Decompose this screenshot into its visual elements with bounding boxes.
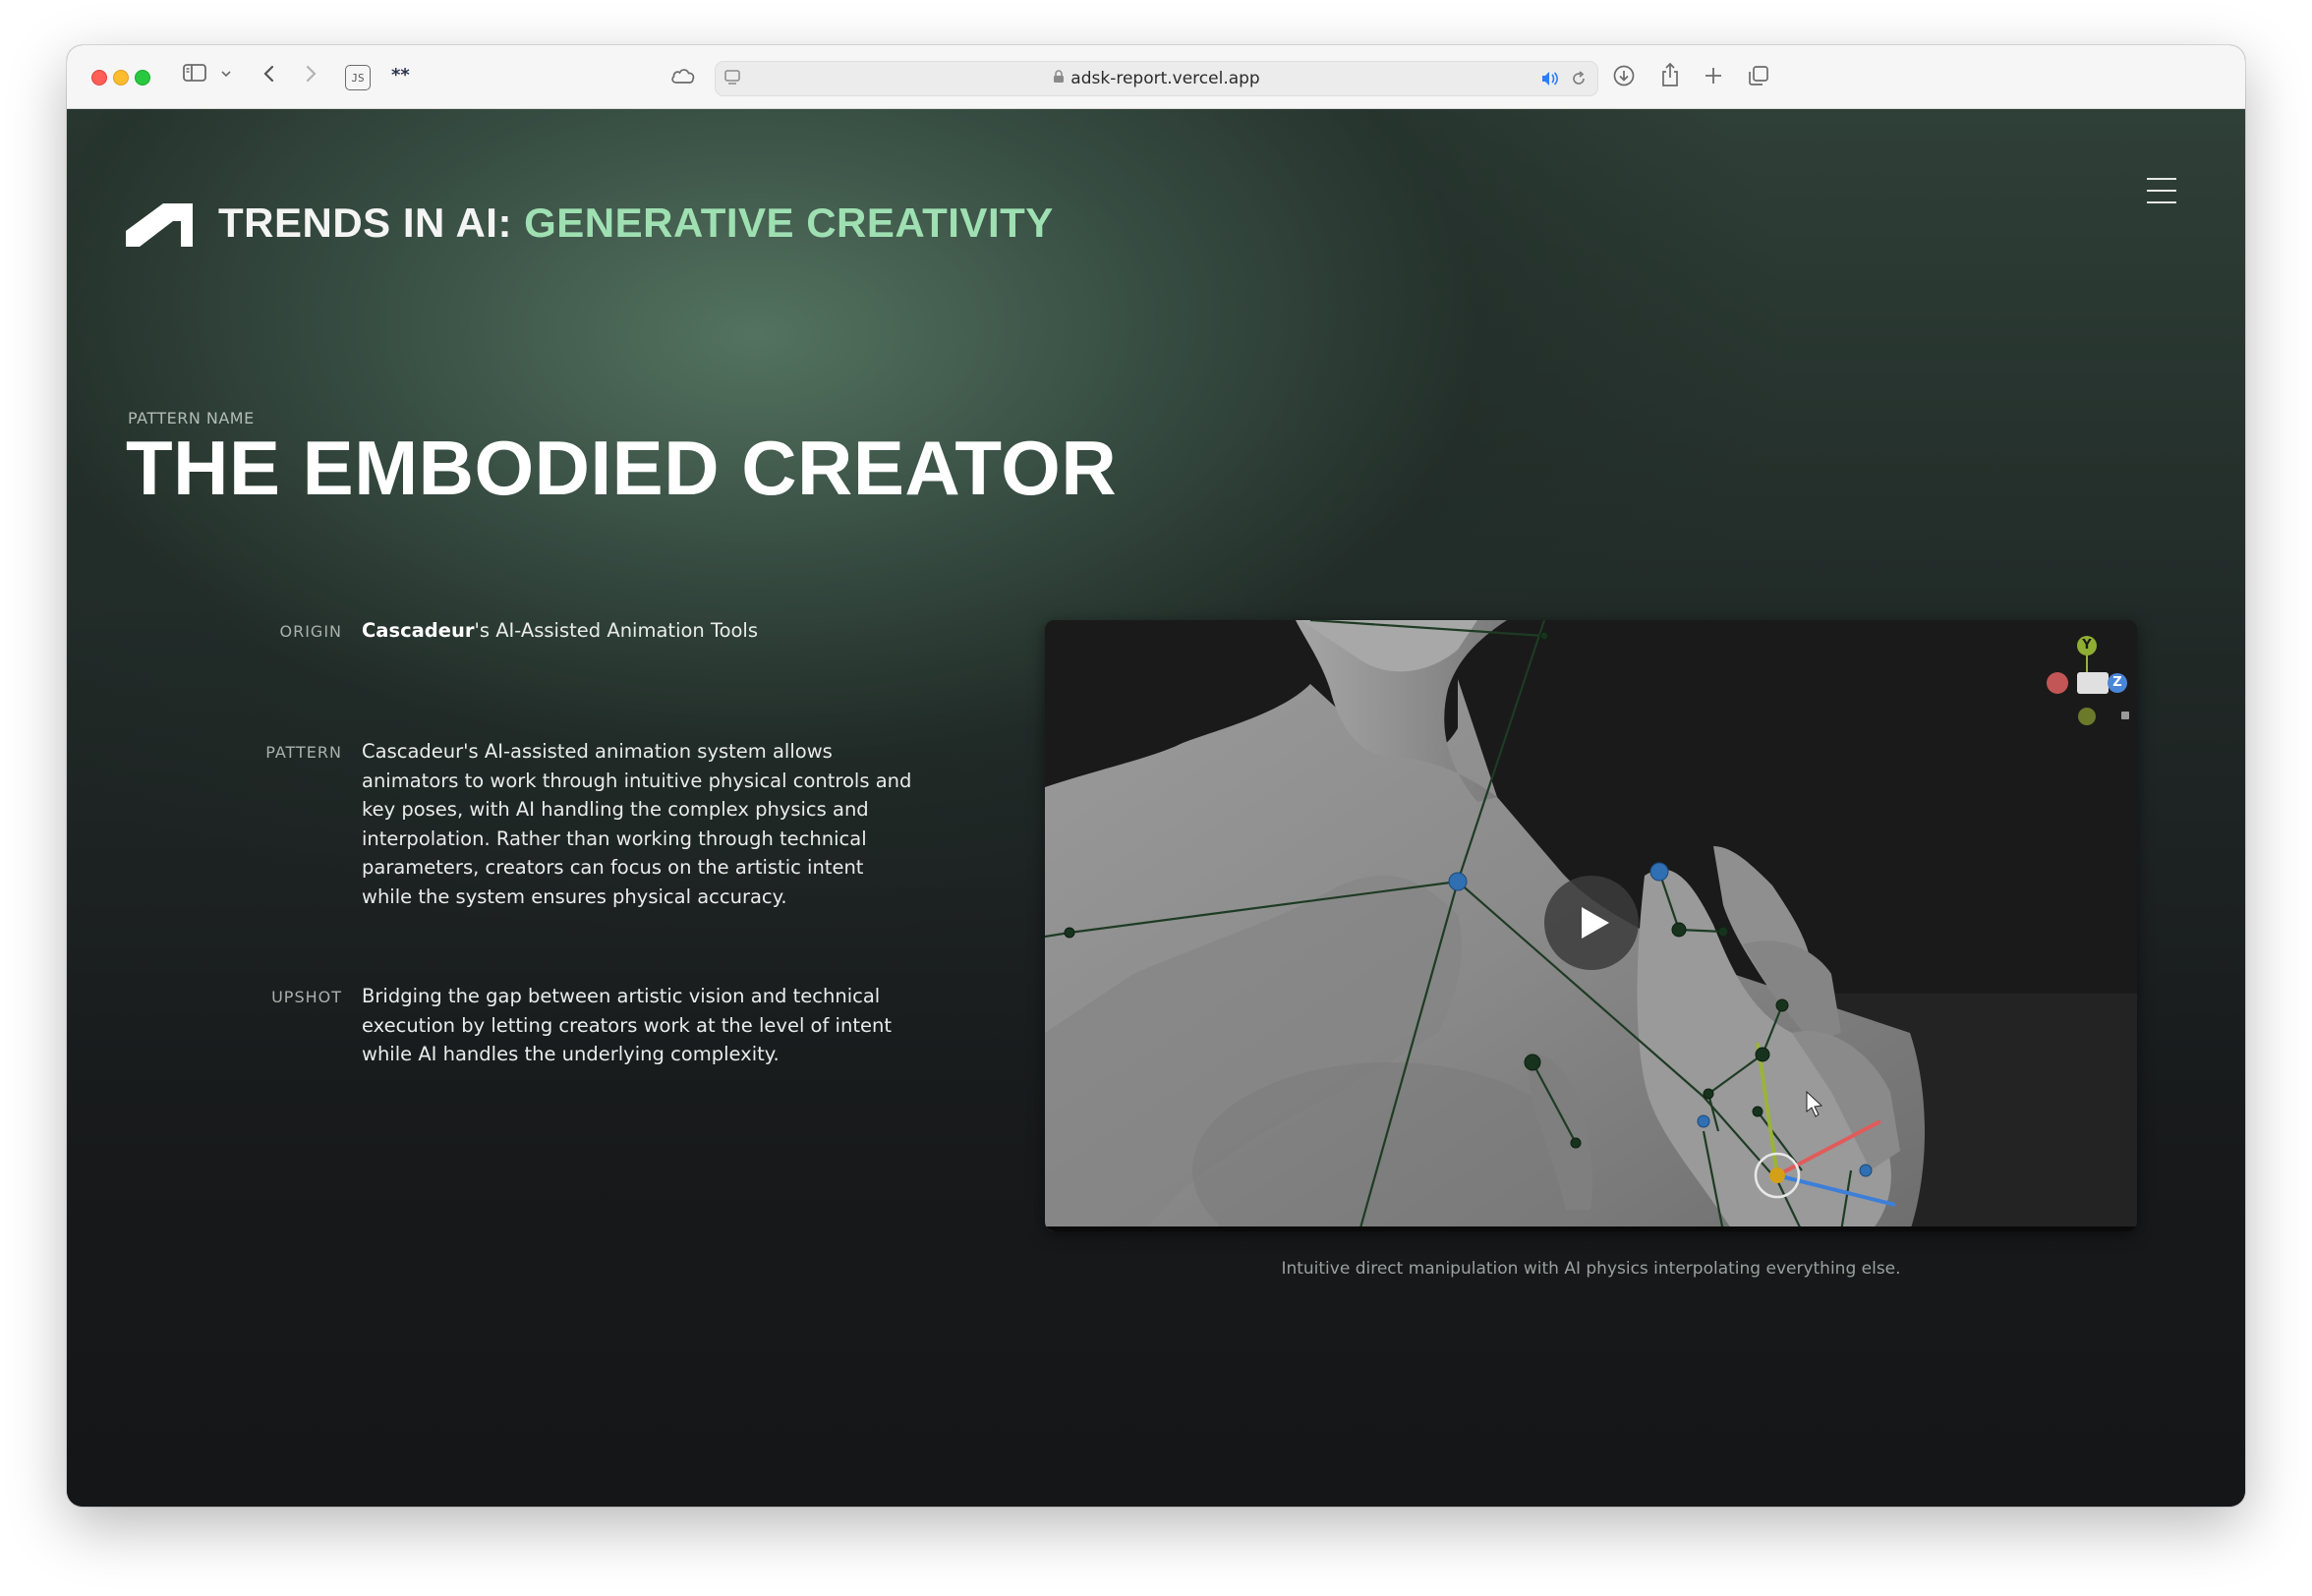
sidebar-icon[interactable] (183, 63, 206, 83)
origin-rest: 's AI-Assisted Animation Tools (474, 619, 759, 642)
new-tab-icon[interactable] (1703, 65, 1724, 86)
origin-text: Cascadeur's AI-Assisted Animation Tools (362, 616, 912, 646)
video-frame (1045, 620, 2137, 1231)
minimize-window-button[interactable] (113, 70, 129, 86)
pattern-text: Cascadeur's AI-assisted animation system… (362, 740, 912, 908)
audio-icon[interactable] (1540, 70, 1560, 91)
video-caption: Intuitive direct manipulation with AI ph… (1281, 1259, 1901, 1279)
address-bar[interactable]: adsk-report.vercel.app (715, 61, 1598, 96)
gizmo-z-axis[interactable]: Z (2108, 673, 2127, 693)
pattern-name-title: THE EMBODIED CREATOR (126, 425, 1118, 511)
browser-window: JS ** adsk-report.vercel.app TRENDS IN A… (67, 45, 2245, 1507)
download-icon[interactable] (1612, 64, 1636, 87)
browser-toolbar: JS ** adsk-report.vercel.app (67, 45, 2245, 109)
forward-icon[interactable] (303, 63, 318, 85)
site-title-accent: GENERATIVE CREATIVITY (524, 200, 1054, 246)
autodesk-logo-icon (126, 203, 193, 247)
lock-icon (1053, 69, 1065, 88)
origin-label: ORIGIN (279, 622, 342, 641)
js-extension-icon[interactable]: JS (345, 65, 371, 90)
site-header[interactable]: TRENDS IN AI: GENERATIVE CREATIVITY (126, 200, 1054, 247)
play-button[interactable] (1544, 876, 1639, 970)
page-content: TRENDS IN AI: GENERATIVE CREATIVITY PATT… (67, 109, 2245, 1507)
icloud-icon[interactable] (669, 66, 697, 86)
gizmo-y-axis[interactable]: Y (2077, 636, 2097, 656)
reload-icon[interactable] (1570, 70, 1588, 91)
origin-strong: Cascadeur (362, 619, 475, 642)
video-player[interactable]: Y Z (1045, 620, 2137, 1231)
tab-overview-icon[interactable] (1747, 64, 1770, 87)
close-window-button[interactable] (91, 70, 107, 86)
share-icon[interactable] (1659, 62, 1681, 87)
chevron-down-icon[interactable] (220, 69, 232, 79)
back-icon[interactable] (261, 63, 277, 85)
orientation-gizmo[interactable]: Y Z (2043, 628, 2131, 726)
extension-icon[interactable]: ** (391, 65, 410, 86)
upshot-label: UPSHOT (271, 988, 342, 1006)
zoom-window-button[interactable] (135, 70, 150, 86)
pattern-label: PATTERN (265, 743, 342, 762)
url-text: adsk-report.vercel.app (1070, 69, 1260, 88)
upshot-text: Bridging the gap between artistic vision… (362, 985, 892, 1065)
menu-icon[interactable] (2147, 178, 2176, 207)
site-title: TRENDS IN AI: GENERATIVE CREATIVITY (218, 200, 1054, 246)
